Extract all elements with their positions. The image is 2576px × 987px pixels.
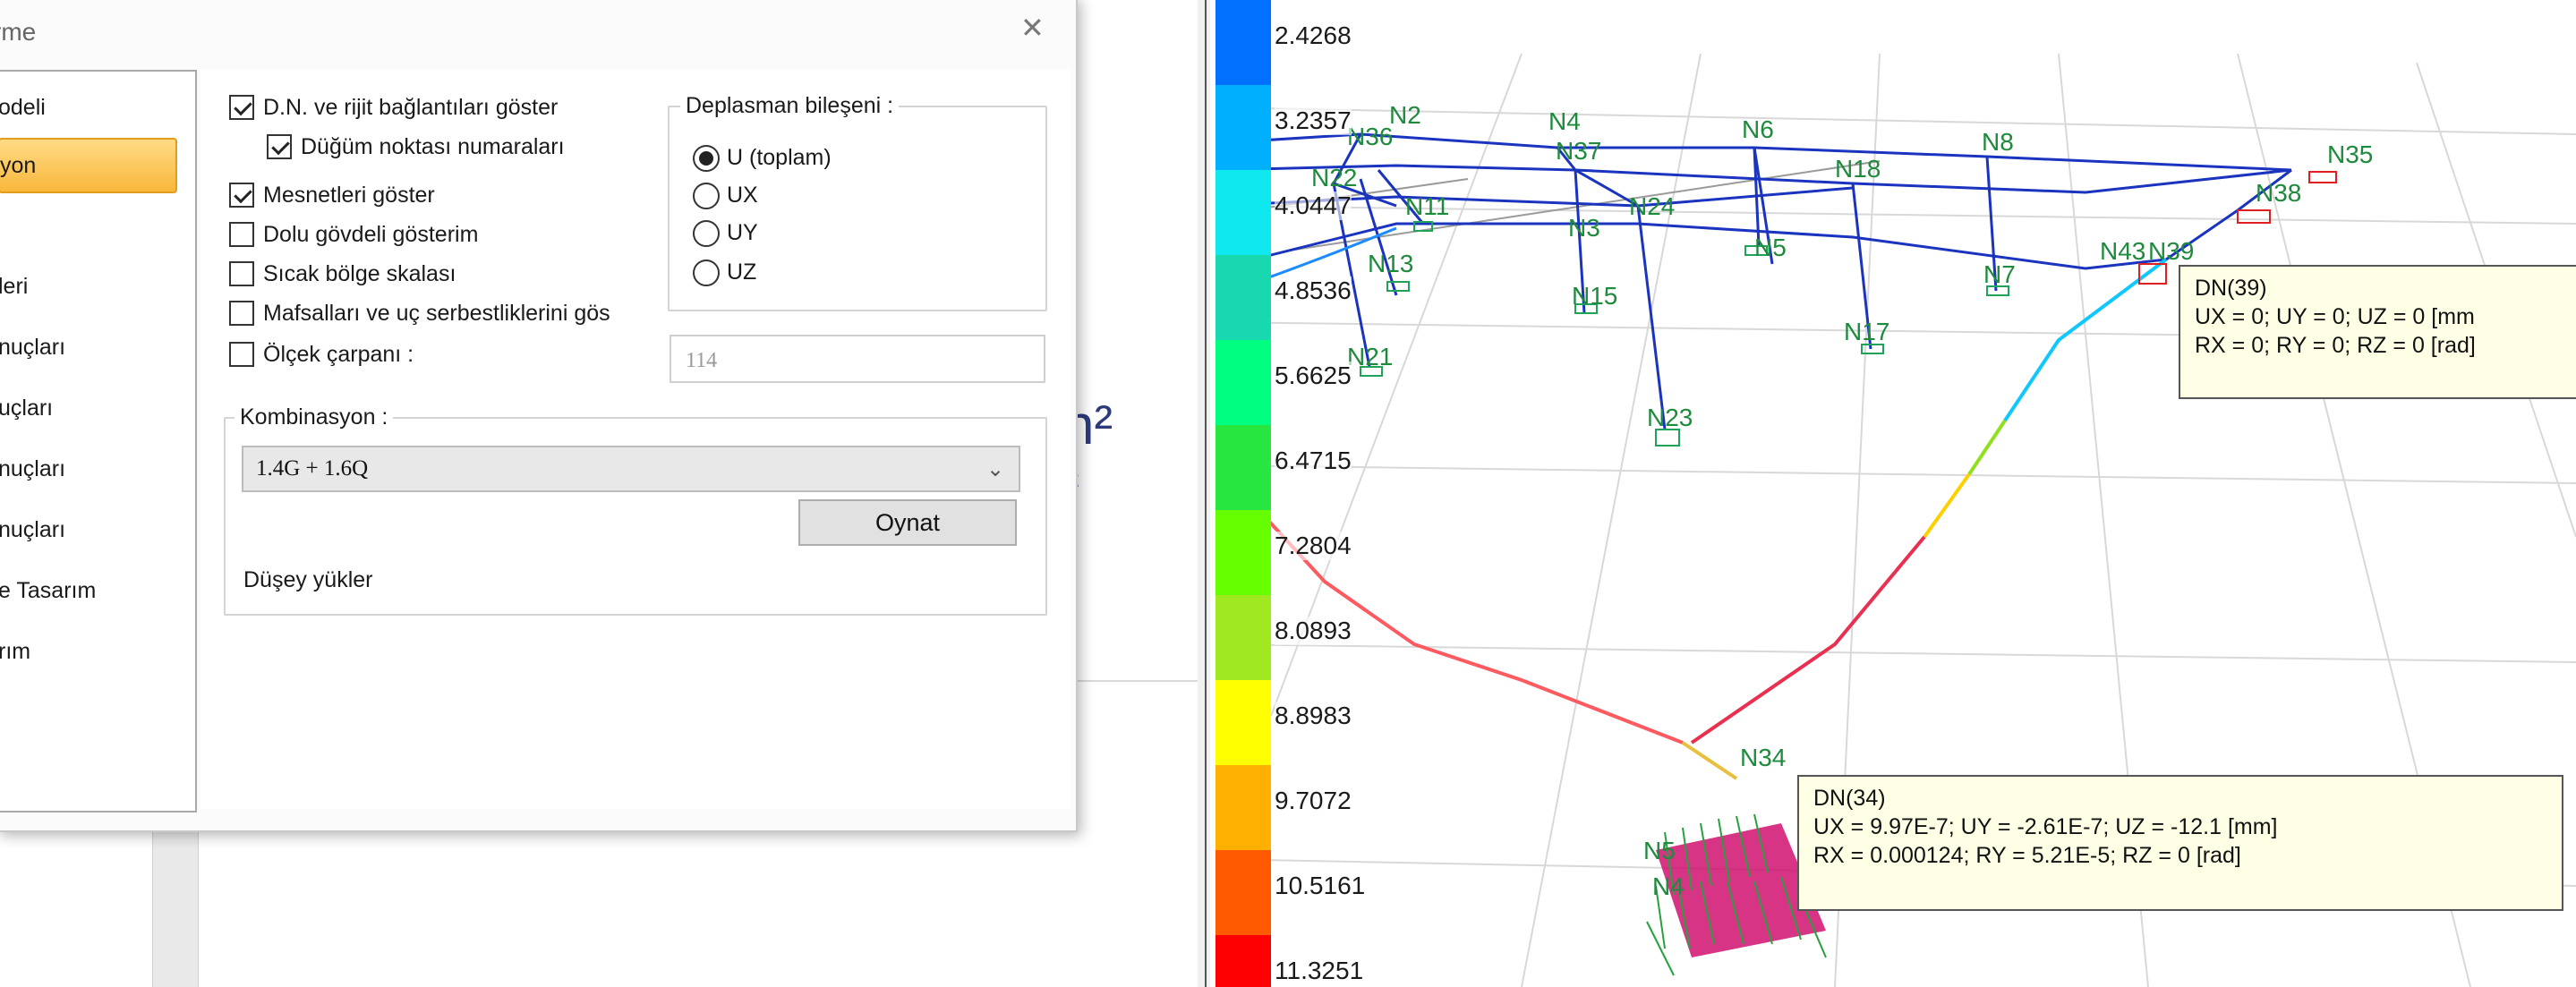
- legend-swatch: [1215, 680, 1271, 765]
- legend-label: 3.2357: [1275, 106, 1352, 135]
- node-label-n5-base: N5: [1643, 837, 1676, 864]
- node-label-n11: N11: [1405, 192, 1449, 220]
- legend-label: 5.6625: [1275, 362, 1352, 390]
- legend-swatch: [1215, 510, 1271, 595]
- node-label-n22: N22: [1311, 164, 1357, 191]
- color-legend-bar: [1215, 0, 1271, 987]
- legend-swatch: [1215, 850, 1271, 935]
- legend-label: 6.4715: [1275, 447, 1352, 475]
- node-34-tooltip: DN(34) UX = 9.97E-7; UY = -2.61E-7; UZ =…: [1797, 775, 2563, 911]
- node-label-n35: N35: [2327, 140, 2373, 168]
- node-label-n7: N7: [1983, 260, 2016, 288]
- legend-swatch: [1215, 935, 1271, 987]
- legend-swatch: [1215, 340, 1271, 425]
- legend-swatch: [1215, 170, 1271, 255]
- node-label-n17: N17: [1844, 318, 1889, 345]
- node-label-n39: N39: [2148, 237, 2194, 265]
- node-label-n3: N3: [1568, 214, 1600, 242]
- frame-members: [1216, 132, 2292, 430]
- node-label-n18: N18: [1835, 155, 1881, 183]
- legend-label: 8.0893: [1275, 617, 1352, 645]
- node-label-n13: N13: [1368, 250, 1413, 277]
- legend-swatch: [1215, 765, 1271, 850]
- legend-label: 4.8536: [1275, 277, 1352, 305]
- node-label-n2: N2: [1389, 101, 1421, 129]
- legend-label: 7.2804: [1275, 532, 1352, 560]
- deformed-member-4: [1690, 535, 1926, 745]
- legend-label: 4.0447: [1275, 191, 1352, 220]
- node-label-n38: N38: [2256, 179, 2301, 207]
- tooltip-line: UX = 9.97E-7; UY = -2.61E-7; UZ = -12.1 …: [1813, 814, 2278, 839]
- tooltip-title: DN(34): [1813, 786, 1886, 811]
- legend-swatch: [1215, 425, 1271, 510]
- deformed-member-6: [1681, 741, 1738, 780]
- node-label-n21: N21: [1347, 343, 1393, 370]
- deformed-member-3: [1923, 472, 1971, 539]
- legend-label: 9.7072: [1275, 787, 1352, 815]
- legend-swatch: [1215, 255, 1271, 340]
- node-label-n23: N23: [1647, 404, 1693, 431]
- node-label-n34: N34: [1740, 744, 1786, 771]
- legend-label: 8.8983: [1275, 702, 1352, 730]
- tooltip-line: UX = 0; UY = 0; UZ = 0 [mm: [2195, 304, 2475, 329]
- node-label-n43: N43: [2100, 237, 2145, 265]
- tooltip-line: RX = 0.000124; RY = 5.21E-5; RZ = 0 [rad…: [1813, 843, 2241, 868]
- node-label-n15: N15: [1572, 282, 1617, 310]
- deformed-member-2: [1967, 419, 2007, 476]
- node-label-n4-base: N4: [1652, 872, 1685, 900]
- legend-swatch: [1215, 85, 1271, 170]
- legend-label: 11.3251: [1275, 957, 1364, 985]
- node-label-n4: N4: [1548, 107, 1581, 135]
- node-label-n6: N6: [1742, 115, 1774, 143]
- legend-swatch: [1215, 0, 1271, 85]
- node-label-n37: N37: [1556, 137, 1601, 165]
- node-label-n24: N24: [1629, 192, 1675, 220]
- node-39-tooltip: DN(39) UX = 0; UY = 0; UZ = 0 [mm RX = 0…: [2179, 265, 2576, 399]
- node-label-n36: N36: [1347, 123, 1393, 150]
- legend-label: 10.5161: [1275, 872, 1366, 900]
- node-label-n5: N5: [1754, 234, 1787, 261]
- node-label-n8: N8: [1982, 128, 2014, 156]
- legend-swatch: [1215, 595, 1271, 680]
- legend-label: 2.4268: [1275, 21, 1352, 50]
- tooltip-line: RX = 0; RY = 0; RZ = 0 [rad]: [2195, 333, 2476, 358]
- tooltip-title: DN(39): [2195, 276, 2267, 301]
